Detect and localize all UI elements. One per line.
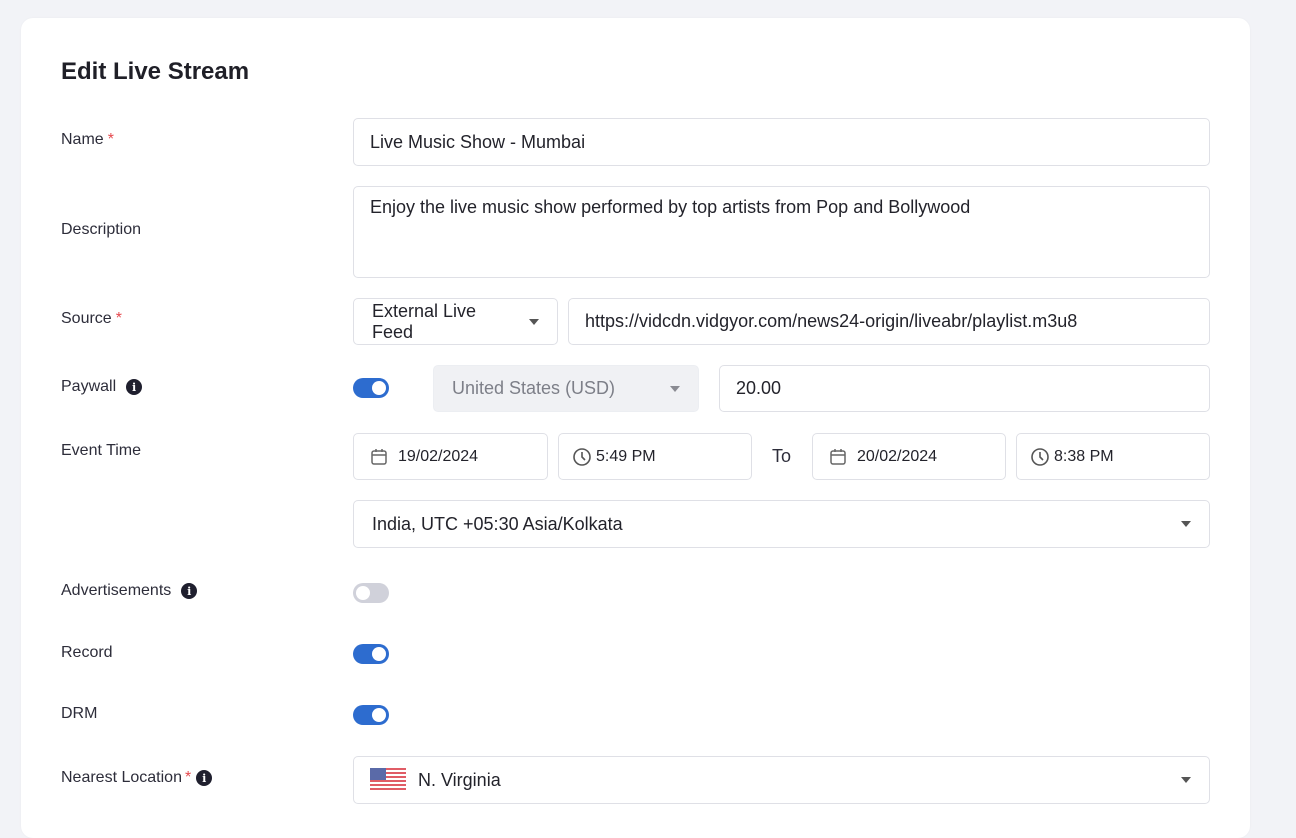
source-label-text: Source — [61, 310, 112, 327]
paywall-toggle[interactable] — [353, 378, 389, 398]
toggle-knob — [356, 586, 370, 600]
source-url-input[interactable]: https://vidcdn.vidgyor.com/news24-origin… — [568, 298, 1210, 345]
start-time-input[interactable]: 5:49 PM — [558, 433, 752, 480]
caret-down-icon — [529, 318, 539, 325]
source-label: Source * — [61, 310, 122, 328]
timezone-value: India, UTC +05:30 Asia/Kolkata — [372, 513, 623, 534]
price-input[interactable]: 20.00 — [719, 365, 1210, 412]
start-date-input[interactable]: 19/02/2024 — [353, 433, 548, 480]
end-date-input[interactable]: 20/02/2024 — [812, 433, 1006, 480]
nearest-location-label-text: Nearest Location — [61, 769, 182, 786]
advertisements-toggle[interactable] — [353, 583, 389, 603]
caret-down-icon — [1181, 521, 1191, 527]
drm-label: DRM — [61, 705, 97, 723]
source-type-value: External Live Feed — [372, 300, 477, 342]
nearest-location-dropdown[interactable]: N. Virginia — [353, 756, 1210, 804]
currency-value: United States (USD) — [452, 378, 616, 398]
description-textarea[interactable]: Enjoy the live music show performed by t… — [353, 186, 1210, 278]
calendar-icon — [830, 448, 846, 465]
nearest-location-value: N. Virginia — [418, 769, 501, 790]
name-input[interactable]: Live Music Show - Mumbai — [353, 118, 1210, 166]
record-label-text: Record — [61, 644, 113, 661]
price-value: 20.00 — [736, 378, 782, 398]
timezone-dropdown[interactable]: India, UTC +05:30 Asia/Kolkata — [353, 500, 1210, 548]
to-label: To — [772, 446, 792, 466]
end-time-value: 8:38 PM — [1054, 447, 1114, 465]
info-icon[interactable]: i — [126, 379, 143, 395]
required-mark: * — [107, 131, 114, 148]
advertisements-label: Advertisements i — [61, 582, 198, 600]
calendar-icon — [371, 448, 387, 465]
record-toggle[interactable] — [353, 644, 389, 664]
event-time-label-text: Event Time — [61, 442, 142, 459]
paywall-label: Paywall i — [61, 378, 143, 396]
toggle-knob — [372, 647, 386, 661]
event-time-label: Event Time — [61, 442, 141, 460]
end-time-input[interactable]: 8:38 PM — [1016, 433, 1210, 480]
toggle-knob — [372, 381, 386, 395]
end-date-value: 20/02/2024 — [857, 447, 938, 465]
edit-live-stream-card: Edit Live Stream Name * Live Music Show … — [21, 18, 1250, 838]
name-label: Name * — [61, 131, 114, 149]
advertisements-label-text: Advertisements — [61, 582, 172, 599]
currency-dropdown[interactable]: United States (USD) — [433, 365, 699, 412]
clock-icon — [573, 447, 591, 466]
name-label-text: Name — [61, 131, 104, 148]
nearest-location-label: Nearest Location * i — [61, 769, 213, 787]
caret-down-icon — [670, 385, 680, 392]
info-icon[interactable]: i — [181, 583, 198, 599]
start-time-value: 5:49 PM — [596, 447, 656, 465]
drm-label-text: DRM — [61, 705, 98, 722]
name-input-value: Live Music Show - Mumbai — [370, 131, 586, 152]
info-icon[interactable]: i — [196, 770, 213, 786]
us-flag-icon — [370, 768, 406, 792]
required-mark: * — [184, 769, 192, 786]
required-mark: * — [115, 310, 122, 327]
page-title: Edit Live Stream — [61, 58, 250, 85]
paywall-label-text: Paywall — [61, 378, 117, 395]
source-url-value: https://vidcdn.vidgyor.com/news24-origin… — [585, 311, 1078, 331]
clock-icon — [1031, 447, 1049, 466]
toggle-knob — [372, 708, 386, 722]
description-label: Description — [61, 221, 141, 239]
record-label: Record — [61, 644, 113, 662]
description-value: Enjoy the live music show performed by t… — [370, 197, 971, 217]
source-type-dropdown[interactable]: External Live Feed — [353, 298, 558, 345]
drm-toggle[interactable] — [353, 705, 389, 725]
description-label-text: Description — [61, 221, 142, 238]
caret-down-icon — [1181, 777, 1191, 783]
start-date-value: 19/02/2024 — [398, 447, 479, 465]
